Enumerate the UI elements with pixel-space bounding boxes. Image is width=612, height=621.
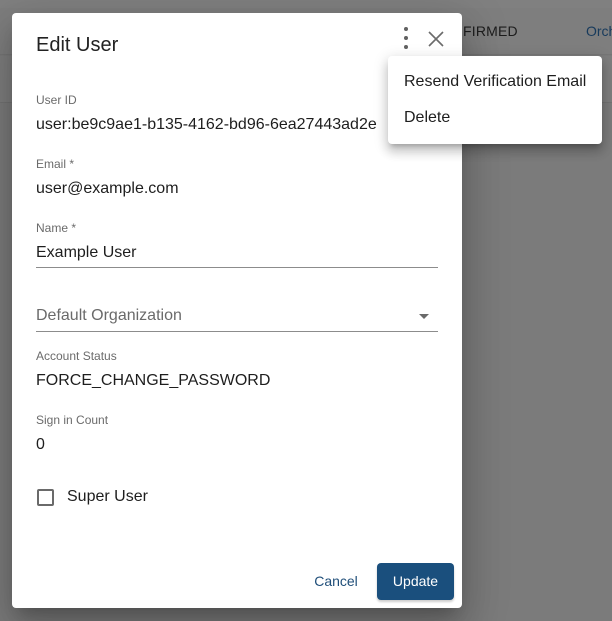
account-status-label: Account Status [36,349,117,363]
dropdown-arrow-icon[interactable] [419,314,429,319]
email-value: user@example.com [36,180,179,197]
sign-in-count-value: 0 [36,436,45,453]
close-icon[interactable] [424,27,448,51]
background-status-cell: FIRMED [463,23,518,39]
background-link: Orch [586,23,612,39]
dialog-title: Edit User [36,34,119,56]
sign-in-count-label: Sign in Count [36,413,109,427]
name-label: Name * [36,221,77,235]
menu-item-resend-verification-email[interactable]: Resend Verification Email [388,64,602,100]
default-organization-select[interactable]: Default Organization [36,307,182,325]
super-user-checkbox[interactable] [37,489,54,506]
name-input[interactable]: Example User [36,244,136,262]
default-organization-underline [36,331,438,332]
account-status-value: FORCE_CHANGE_PASSWORD [36,372,271,389]
background-top-strip [0,0,612,8]
user-actions-menu: Resend Verification Email Delete [388,56,602,144]
menu-item-delete[interactable]: Delete [388,100,602,136]
cancel-button[interactable]: Cancel [304,569,368,593]
more-vert-icon[interactable] [394,25,418,53]
email-label: Email * [36,157,75,171]
user-id-label: User ID [36,93,77,107]
name-input-underline [36,267,438,268]
super-user-label[interactable]: Super User [67,488,148,506]
user-id-value: user:be9c9ae1-b135-4162-bd96-6ea27443ad2… [36,116,377,133]
update-button[interactable]: Update [377,563,454,600]
